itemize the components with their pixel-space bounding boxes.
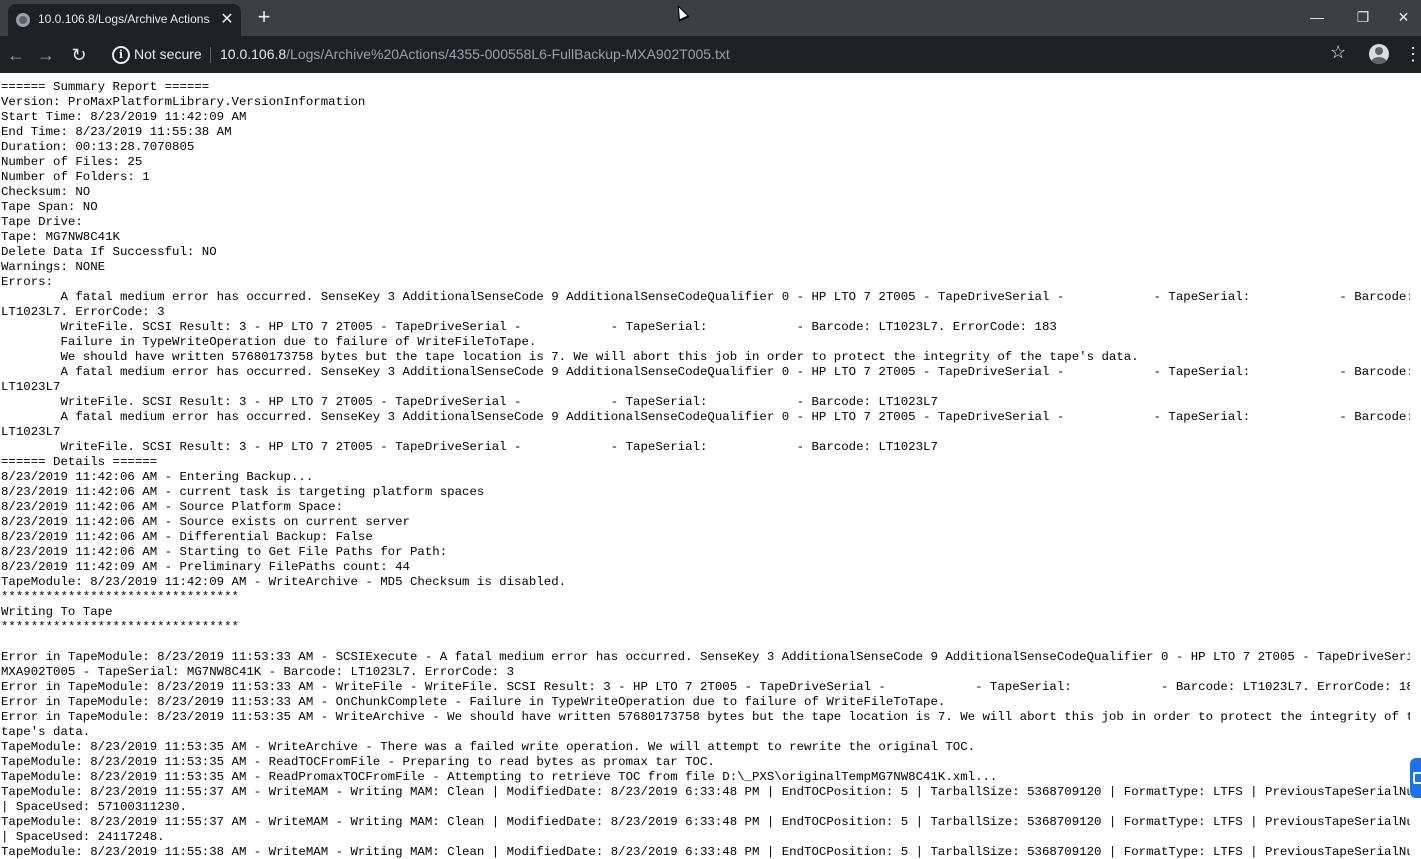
- info-icon[interactable]: i: [112, 46, 130, 64]
- log-line: TapeModule: 8/23/2019 11:53:35 AM - Read…: [1, 755, 715, 769]
- log-line: ====== Summary Report ======: [1, 80, 210, 94]
- more-menu-icon[interactable]: ⋮: [1404, 44, 1421, 64]
- close-window-button[interactable]: ✕: [1386, 0, 1421, 34]
- log-line: MXA902T005 - TapeSerial: MG7NW8C41K - Ba…: [1, 665, 515, 679]
- log-line: Error in TapeModule: 8/23/2019 11:53:33 …: [1, 695, 946, 709]
- reload-button[interactable]: ↻: [67, 43, 91, 67]
- log-line: Checksum: NO: [1, 185, 91, 199]
- log-line: TapeModule: 8/23/2019 11:53:35 AM - Writ…: [1, 740, 976, 754]
- log-line: WriteFile. SCSI Result: 3 - HP LTO 7 2T0…: [60, 395, 938, 409]
- scrollbar[interactable]: [1410, 80, 1421, 859]
- security-label[interactable]: Not secure: [134, 46, 202, 62]
- log-line: WriteFile. SCSI Result: 3 - HP LTO 7 2T0…: [60, 320, 1057, 334]
- log-line: 8/23/2019 11:42:06 AM - current task is …: [1, 485, 485, 499]
- url-host: 10.0.106.8: [220, 46, 287, 62]
- log-line: Error in TapeModule: 8/23/2019 11:53:35 …: [1, 710, 1410, 724]
- log-line: 8/23/2019 11:42:06 AM - Starting to Get …: [1, 545, 448, 559]
- bookmark-star-icon[interactable]: ☆: [1330, 42, 1346, 63]
- log-line: Tape: MG7NW8C41K: [1, 230, 120, 244]
- document-content: ====== Summary Report ====== Version: Pr…: [0, 80, 1410, 859]
- new-tab-button[interactable]: +: [252, 6, 276, 30]
- log-line: Tape Span: NO: [1, 200, 98, 214]
- mouse-cursor-icon: [672, 2, 690, 22]
- log-line: TapeModule: 8/23/2019 11:42:09 AM - Writ…: [1, 575, 567, 589]
- log-line: Delete Data If Successful: NO: [1, 245, 217, 259]
- log-line: LT1023L7. ErrorCode: 3: [1, 305, 165, 319]
- browser-tab[interactable]: 10.0.106.8/Logs/Archive Actions/ ✕: [8, 4, 241, 36]
- log-line: ********************************: [1, 590, 239, 604]
- log-line: 8/23/2019 11:42:06 AM - Source Platform …: [1, 500, 344, 514]
- address-bar[interactable]: i Not secure 10.0.106.8/Logs/Archive%20A…: [102, 40, 1360, 69]
- forward-button[interactable]: →: [34, 43, 58, 67]
- log-line: 8/23/2019 11:42:06 AM - Source exists on…: [1, 515, 410, 529]
- url-text[interactable]: 10.0.106.8/Logs/Archive%20Actions/4355-0…: [220, 46, 730, 62]
- log-line: TapeModule: 8/23/2019 11:55:37 AM - Writ…: [1, 785, 1410, 799]
- log-line: TapeModule: 8/23/2019 11:55:38 AM - Writ…: [1, 845, 1410, 859]
- extension-badge-icon[interactable]: [1410, 758, 1421, 798]
- log-line: tape's data.: [1, 725, 91, 739]
- divider: [210, 47, 211, 63]
- log-line: Start Time: 8/23/2019 11:42:09 AM: [1, 110, 247, 124]
- log-line: Tape Drive:: [1, 215, 83, 229]
- log-line: LT1023L7: [1, 425, 61, 439]
- profile-avatar[interactable]: [1369, 44, 1389, 64]
- minimize-button[interactable]: —: [1294, 0, 1340, 34]
- log-line: Errors:: [1, 275, 54, 289]
- back-button[interactable]: ←: [4, 43, 28, 67]
- tab-title: 10.0.106.8/Logs/Archive Actions/: [38, 12, 210, 26]
- log-line: TapeModule: 8/23/2019 11:55:37 AM - Writ…: [1, 815, 1410, 829]
- log-line: WriteFile. SCSI Result: 3 - HP LTO 7 2T0…: [60, 440, 938, 454]
- log-line: 8/23/2019 11:42:06 AM - Entering Backup.…: [1, 470, 314, 484]
- log-line: A fatal medium error has occurred. Sense…: [60, 410, 1410, 424]
- log-line: Duration: 00:13:28.7070805: [1, 140, 195, 154]
- log-line: Writing To Tape: [1, 605, 113, 619]
- log-line: A fatal medium error has occurred. Sense…: [60, 290, 1410, 304]
- log-line: Warnings: NONE: [1, 260, 106, 274]
- log-text: ====== Summary Report ====== Version: Pr…: [0, 80, 1410, 859]
- log-line: Failure in TypeWriteOperation due to fai…: [60, 335, 537, 349]
- log-line: We should have written 57680173758 bytes…: [60, 350, 1139, 364]
- log-line: | SpaceUsed: 24117248.: [1, 830, 165, 844]
- globe-icon: [16, 13, 30, 27]
- log-line: 8/23/2019 11:42:09 AM - Preliminary File…: [1, 560, 410, 574]
- browser-toolbar: ← → ↻ i Not secure 10.0.106.8/Logs/Archi…: [0, 36, 1421, 73]
- log-line: A fatal medium error has occurred. Sense…: [60, 365, 1410, 379]
- log-line: ********************************: [1, 620, 239, 634]
- log-line: Version: ProMaxPlatformLibrary.VersionIn…: [1, 95, 366, 109]
- close-tab-icon[interactable]: ✕: [217, 10, 237, 30]
- log-line: TapeModule: 8/23/2019 11:53:35 AM - Read…: [1, 770, 998, 784]
- log-line: Error in TapeModule: 8/23/2019 11:53:33 …: [1, 650, 1410, 664]
- log-line: ====== Details ======: [1, 455, 158, 469]
- restore-button[interactable]: ❐: [1340, 0, 1386, 34]
- log-line: Number of Files: 25: [1, 155, 143, 169]
- log-line: Error in TapeModule: 8/23/2019 11:53:33 …: [1, 680, 1410, 694]
- log-line: 8/23/2019 11:42:06 AM - Differential Bac…: [1, 530, 373, 544]
- log-line: | SpaceUsed: 57100311230.: [1, 800, 187, 814]
- log-line: End Time: 8/23/2019 11:55:38 AM: [1, 125, 232, 139]
- title-bar: 10.0.106.8/Logs/Archive Actions/ ✕ + — ❐…: [0, 0, 1421, 36]
- log-line: Number of Folders: 1: [1, 170, 150, 184]
- url-path: /Logs/Archive%20Actions/4355-000558L6-Fu…: [286, 46, 730, 62]
- log-line: LT1023L7: [1, 380, 61, 394]
